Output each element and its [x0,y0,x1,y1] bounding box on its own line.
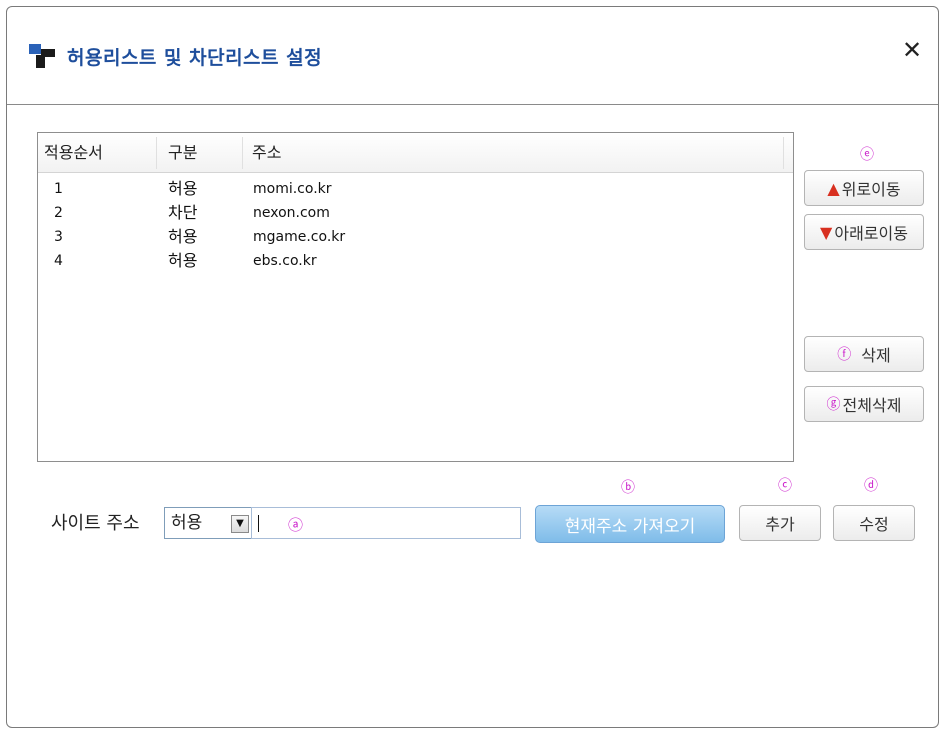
marker-a: ⓐ [288,516,304,534]
row-type: 허용 [168,227,198,246]
site-address-input[interactable]: ⓐ [251,507,521,539]
row-address: momi.co.kr [253,181,332,197]
column-header-order[interactable]: 적용순서 [38,133,156,173]
move-up-button[interactable]: ▲ 위로이동 [804,170,924,206]
type-select[interactable]: 허용 ▼ [164,507,252,539]
column-header-type[interactable]: 구분 [162,133,242,173]
list-row[interactable]: 3 허용 mgame.co.kr [38,225,793,249]
move-down-button[interactable]: ▼ 아래로이동 [804,214,924,250]
title-divider [7,104,938,105]
rule-list[interactable]: 적용순서 구분 주소 1 허용 momi.co.kr 2 차단 nexon.co… [37,132,794,462]
settings-dialog: 허용리스트 및 차단리스트 설정 ✕ 적용순서 구분 주소 1 허용 momi.… [6,6,939,728]
chevron-down-icon[interactable]: ▼ [231,515,249,533]
title-bar: 허용리스트 및 차단리스트 설정 ✕ [7,7,938,103]
arrow-down-icon: ▼ [820,222,833,242]
delete-button[interactable]: ⓕ 삭제 [804,336,924,372]
row-address: nexon.com [253,205,330,221]
list-row[interactable]: 4 허용 ebs.co.kr [38,249,793,273]
move-up-label: 위로이동 [841,180,901,199]
move-down-label: 아래로이동 [834,224,908,243]
marker-c: ⓒ [778,478,792,494]
row-type: 차단 [168,203,198,222]
edit-button[interactable]: 수정 [833,505,915,541]
site-address-label: 사이트 주소 [51,513,140,534]
row-type: 허용 [168,179,198,198]
row-address: mgame.co.kr [253,229,346,245]
dialog-title: 허용리스트 및 차단리스트 설정 [67,47,323,69]
delete-label: 삭제 [861,346,891,365]
delete-all-button[interactable]: ⓖ 전체삭제 [804,386,924,422]
fetch-current-address-button[interactable]: 현재주소 가져오기 [535,505,725,543]
add-button[interactable]: 추가 [739,505,821,541]
row-order: 3 [54,229,63,245]
close-icon[interactable]: ✕ [899,37,925,63]
select-value: 허용 [171,513,203,533]
text-caret [258,515,259,532]
marker-g: ⓖ [826,397,841,413]
marker-e: ⓔ [860,147,874,163]
delete-all-label: 전체삭제 [842,396,902,415]
column-header-address[interactable]: 주소 [246,133,646,173]
row-order: 1 [54,181,63,197]
row-type: 허용 [168,251,198,270]
row-order: 4 [54,253,63,269]
row-address: ebs.co.kr [253,253,317,269]
row-order: 2 [54,205,63,221]
marker-b: ⓑ [621,480,635,496]
list-row[interactable]: 1 허용 momi.co.kr [38,177,793,201]
marker-d: ⓓ [864,478,878,494]
marker-f: ⓕ [837,347,852,363]
arrow-up-icon: ▲ [827,178,840,198]
list-header: 적용순서 구분 주소 [38,133,793,173]
list-row[interactable]: 2 차단 nexon.com [38,201,793,225]
app-logo-icon [29,41,55,71]
